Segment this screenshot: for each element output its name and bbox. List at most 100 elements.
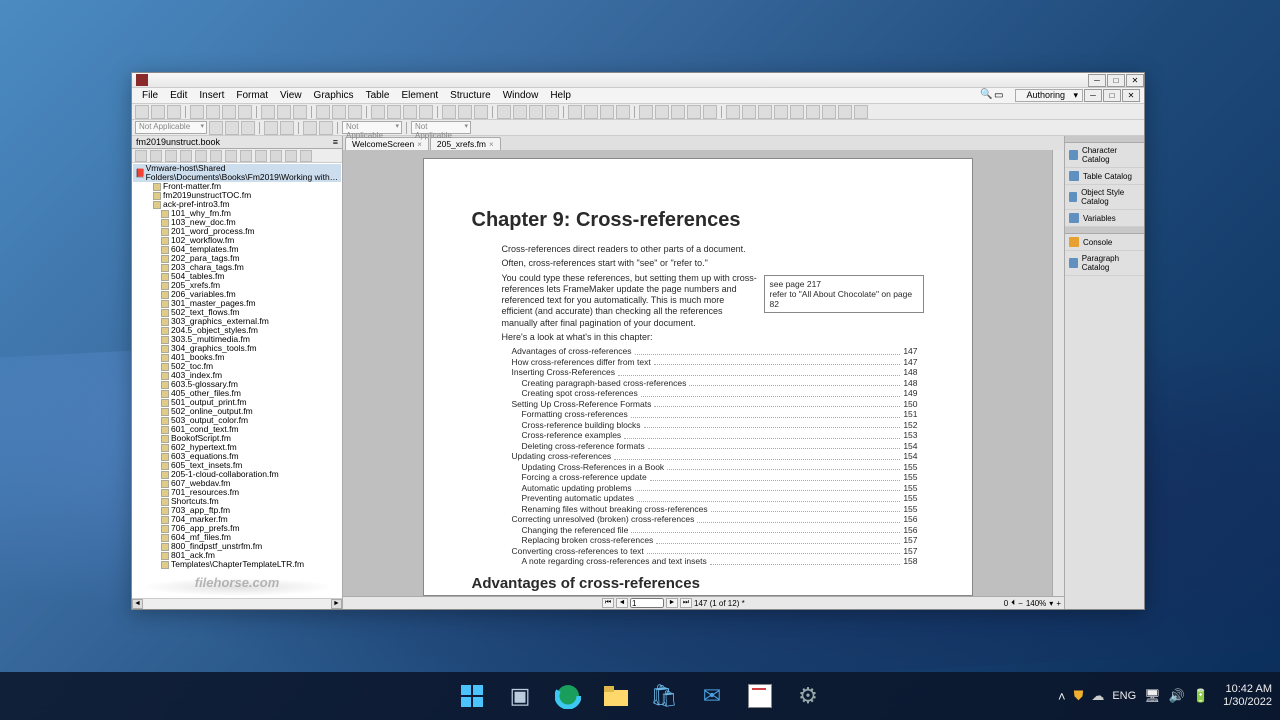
italic-button[interactable] bbox=[225, 121, 239, 135]
toolbar-button[interactable] bbox=[261, 105, 275, 119]
file-tree-item[interactable]: 502_toc.fm bbox=[133, 362, 341, 371]
book-toolbar-button[interactable] bbox=[225, 150, 237, 162]
toolbar-button[interactable] bbox=[293, 105, 307, 119]
toolbar-button[interactable] bbox=[332, 105, 346, 119]
toc-entry[interactable]: Preventing automatic updates155 bbox=[522, 493, 918, 504]
file-tree-item[interactable]: 706_app_prefs.fm bbox=[133, 524, 341, 533]
toolbar-button[interactable] bbox=[458, 105, 472, 119]
toolbar-button[interactable] bbox=[600, 105, 614, 119]
volume-icon[interactable]: 🔊 bbox=[1169, 688, 1185, 704]
toolbar-button[interactable] bbox=[568, 105, 582, 119]
toolbar-button[interactable] bbox=[545, 105, 559, 119]
file-tree-item[interactable]: 601_cond_text.fm bbox=[133, 425, 341, 434]
toc-entry[interactable]: Cross-reference building blocks152 bbox=[522, 420, 918, 431]
toc-entry[interactable]: Updating Cross-References in a Book155 bbox=[522, 462, 918, 473]
toolbar-button[interactable] bbox=[206, 105, 220, 119]
onedrive-icon[interactable]: ☁ bbox=[1091, 688, 1104, 704]
toc-entry[interactable]: Advantages of cross-references147 bbox=[512, 346, 918, 357]
book-toolbar-button[interactable] bbox=[240, 150, 252, 162]
close-tab-icon[interactable]: × bbox=[417, 140, 422, 149]
toolbar-button[interactable] bbox=[277, 105, 291, 119]
pod-variables[interactable]: Variables bbox=[1065, 210, 1144, 227]
security-icon[interactable]: ⛊ bbox=[1074, 688, 1084, 704]
zoom-minus-button[interactable]: − bbox=[1018, 599, 1023, 608]
clock[interactable]: 10:42 AM 1/30/2022 bbox=[1223, 683, 1272, 708]
char-tag-select[interactable]: Not Applicable bbox=[342, 121, 402, 134]
toolbar-button[interactable] bbox=[774, 105, 788, 119]
zoom-out-button[interactable]: ⏴ bbox=[1011, 598, 1015, 608]
toolbar-button[interactable] bbox=[348, 105, 362, 119]
toc-entry[interactable]: Changing the referenced file156 bbox=[522, 525, 918, 536]
toc-entry[interactable]: Replacing broken cross-references157 bbox=[522, 535, 918, 546]
toolbar-button[interactable] bbox=[513, 105, 527, 119]
menu-insert[interactable]: Insert bbox=[193, 90, 230, 101]
toolbar-button[interactable] bbox=[529, 105, 543, 119]
toolbar-button[interactable] bbox=[790, 105, 804, 119]
book-toolbar-button[interactable] bbox=[255, 150, 267, 162]
first-page-button[interactable]: ⏮ bbox=[602, 598, 614, 608]
document-viewport[interactable]: Chapter 9: Cross-references Cross-refere… bbox=[343, 150, 1052, 596]
toc-entry[interactable]: Cross-reference examples153 bbox=[522, 430, 918, 441]
book-toolbar-button[interactable] bbox=[135, 150, 147, 162]
toolbar-button[interactable] bbox=[167, 105, 181, 119]
menu-element[interactable]: Element bbox=[395, 90, 444, 101]
text-button[interactable] bbox=[264, 121, 278, 135]
workspace-mode-select[interactable]: Authoring ▾ bbox=[1015, 89, 1083, 102]
toc-entry[interactable]: Forcing a cross-reference update155 bbox=[522, 472, 918, 483]
zoom-dropdown-icon[interactable]: ▾ bbox=[1049, 599, 1053, 608]
maximize-button[interactable]: □ bbox=[1107, 74, 1125, 87]
book-toolbar-button[interactable] bbox=[285, 150, 297, 162]
workspace-switcher-icon[interactable]: ▭ bbox=[988, 90, 1009, 101]
toc-entry[interactable]: A note regarding cross-references and te… bbox=[522, 556, 918, 567]
tree-root[interactable]: 📕 Vmware-host\Shared Folders\Documents\B… bbox=[133, 164, 341, 182]
toolbar-button[interactable] bbox=[806, 105, 820, 119]
pod-character-catalog[interactable]: Character Catalog bbox=[1065, 143, 1144, 168]
file-tree-item[interactable]: 701_resources.fm bbox=[133, 488, 341, 497]
toolbar-button[interactable] bbox=[703, 105, 717, 119]
language-indicator[interactable]: ENG bbox=[1112, 690, 1136, 702]
menu-format[interactable]: Format bbox=[230, 90, 274, 101]
toolbar-button[interactable] bbox=[419, 105, 433, 119]
last-page-button[interactable]: ⏭ bbox=[680, 598, 692, 608]
toc-entry[interactable]: Setting Up Cross-Reference Formats150 bbox=[512, 399, 918, 410]
toolbar-button[interactable] bbox=[838, 105, 852, 119]
book-toolbar-button[interactable] bbox=[180, 150, 192, 162]
file-tree-item[interactable]: ack-pref-intro3.fm bbox=[133, 200, 341, 209]
minimize-button[interactable]: ─ bbox=[1088, 74, 1106, 87]
file-tree-item[interactable]: 101_why_fm.fm bbox=[133, 209, 341, 218]
mail-icon[interactable]: ✉ bbox=[692, 676, 732, 716]
search-icon[interactable]: 🔍 bbox=[974, 89, 988, 103]
table-tag-select[interactable]: Not Applicable bbox=[411, 121, 471, 134]
doc-close-button[interactable]: ✕ bbox=[1122, 89, 1140, 102]
file-tree-item[interactable]: 201_word_process.fm bbox=[133, 227, 341, 236]
toc-entry[interactable]: Correcting unresolved (broken) cross-ref… bbox=[512, 514, 918, 525]
file-tree-item[interactable]: Shortcuts.fm bbox=[133, 497, 341, 506]
toolbar-button[interactable] bbox=[387, 105, 401, 119]
file-tree-item[interactable]: 703_app_ftp.fm bbox=[133, 506, 341, 515]
file-tree-item[interactable]: 205-1-cloud-collaboration.fm bbox=[133, 470, 341, 479]
book-toolbar-button[interactable] bbox=[300, 150, 312, 162]
toolbar-button[interactable] bbox=[151, 105, 165, 119]
pod-console[interactable]: Console bbox=[1065, 234, 1144, 251]
toolbar-button[interactable] bbox=[726, 105, 740, 119]
toc-entry[interactable]: Converting cross-references to text157 bbox=[512, 546, 918, 557]
file-tree-item[interactable]: 504_tables.fm bbox=[133, 272, 341, 281]
close-button[interactable]: ✕ bbox=[1126, 74, 1144, 87]
book-toolbar-button[interactable] bbox=[165, 150, 177, 162]
toolbar-button[interactable] bbox=[474, 105, 488, 119]
book-toolbar-button[interactable] bbox=[270, 150, 282, 162]
toolbar-button[interactable] bbox=[442, 105, 456, 119]
toc-entry[interactable]: Automatic updating problems155 bbox=[522, 483, 918, 494]
zoom-plus-button[interactable]: + bbox=[1056, 599, 1061, 608]
app-icon[interactable] bbox=[740, 676, 780, 716]
menu-help[interactable]: Help bbox=[544, 90, 577, 101]
pod-paragraph-catalog[interactable]: Paragraph Catalog bbox=[1065, 251, 1144, 276]
case-button[interactable] bbox=[303, 121, 317, 135]
toolbar-button[interactable] bbox=[497, 105, 511, 119]
toolbar-button[interactable] bbox=[403, 105, 417, 119]
file-tree-item[interactable]: Templates\ChapterTemplateLTR.fm bbox=[133, 560, 341, 569]
toolbar-button[interactable] bbox=[671, 105, 685, 119]
tray-chevron-icon[interactable]: ˄ bbox=[1058, 689, 1066, 704]
file-tree-item[interactable]: 800_findpstf_unstrfm.fm bbox=[133, 542, 341, 551]
case-button[interactable] bbox=[319, 121, 333, 135]
